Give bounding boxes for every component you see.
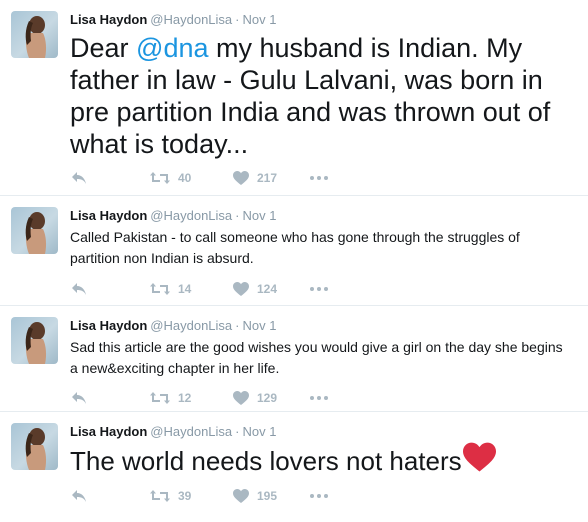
retweet-count: 39 [178, 489, 192, 503]
author-handle[interactable]: @HaydonLisa [150, 318, 232, 333]
tweet-header: Lisa Haydon @HaydonLisa · Nov 1 [70, 12, 276, 28]
like-button[interactable]: 124 [233, 279, 277, 299]
retweet-icon [150, 490, 170, 502]
tweet-text-start: Dear [70, 33, 137, 63]
author-name[interactable]: Lisa Haydon [70, 208, 147, 223]
retweet-count: 40 [178, 171, 192, 185]
retweet-button[interactable]: 14 [150, 279, 191, 299]
more-button[interactable] [310, 486, 328, 506]
mention-link[interactable]: @dna [136, 33, 208, 63]
tweet-timestamp[interactable]: Nov 1 [243, 424, 277, 439]
tweet-header: Lisa Haydon @HaydonLisa · Nov 1 [70, 208, 276, 224]
tweet[interactable]: Lisa Haydon @HaydonLisa · Nov 1 The world n… [0, 412, 588, 522]
red-heart-emoji [462, 442, 496, 479]
heart-icon [233, 171, 249, 185]
retweet-icon [150, 392, 170, 404]
tweet[interactable]: Lisa Haydon @HaydonLisa · Nov 1 Dear @dna m… [0, 0, 588, 196]
like-button[interactable]: 217 [233, 168, 277, 188]
reply-button[interactable] [71, 279, 87, 299]
more-button[interactable] [310, 388, 328, 408]
author-name[interactable]: Lisa Haydon [70, 12, 147, 27]
heart-icon [233, 282, 249, 296]
reply-icon [72, 172, 86, 184]
author-name[interactable]: Lisa Haydon [70, 424, 147, 439]
retweet-icon [150, 172, 170, 184]
author-name[interactable]: Lisa Haydon [70, 318, 147, 333]
like-count: 217 [257, 171, 278, 185]
tweet[interactable]: Lisa Haydon @HaydonLisa · Nov 1 Called Paki… [0, 196, 588, 306]
retweet-count: 12 [178, 391, 192, 405]
reply-icon [72, 490, 86, 502]
reply-icon [72, 392, 86, 404]
author-handle[interactable]: @HaydonLisa [150, 424, 232, 439]
avatar[interactable] [11, 317, 58, 364]
like-count: 124 [257, 282, 278, 296]
tweet-timestamp[interactable]: Nov 1 [243, 318, 277, 333]
more-icon [310, 287, 328, 291]
tweet-timestamp[interactable]: Nov 1 [243, 208, 277, 223]
avatar[interactable] [11, 207, 58, 254]
separator: · [235, 318, 240, 333]
tweet-text-body: The world needs lovers not haters [70, 446, 462, 476]
reply-button[interactable] [71, 168, 87, 188]
separator: · [235, 424, 240, 439]
heart-icon [233, 391, 249, 405]
tweet-header: Lisa Haydon @HaydonLisa · Nov 1 [70, 318, 276, 334]
retweet-button[interactable]: 39 [150, 486, 191, 506]
reply-button[interactable] [71, 388, 87, 408]
retweet-button[interactable]: 40 [150, 168, 191, 188]
retweet-button[interactable]: 12 [150, 388, 191, 408]
tweet-text: Called Pakistan - to call someone who ha… [70, 229, 520, 266]
separator: · [235, 208, 240, 223]
more-icon [310, 494, 328, 498]
more-icon [310, 396, 328, 400]
more-button[interactable] [310, 168, 328, 188]
more-button[interactable] [310, 279, 328, 299]
retweet-icon [150, 283, 170, 295]
tweet-text: The world needs lovers not haters [70, 442, 570, 479]
heart-icon [233, 489, 249, 503]
tweet-text: Sad this article are the good wishes you… [70, 339, 563, 376]
tweet-header: Lisa Haydon @HaydonLisa · Nov 1 [70, 424, 276, 440]
like-button[interactable]: 129 [233, 388, 277, 408]
separator: · [235, 12, 240, 27]
author-handle[interactable]: @HaydonLisa [150, 12, 232, 27]
like-button[interactable]: 195 [233, 486, 277, 506]
more-icon [310, 176, 328, 180]
tweet[interactable]: Lisa Haydon @HaydonLisa · Nov 1 Sad this ar… [0, 306, 588, 412]
tweet-text: Dear @dna my husband is Indian. My fathe… [70, 32, 570, 160]
avatar[interactable] [11, 423, 58, 470]
tweet-timestamp[interactable]: Nov 1 [243, 12, 277, 27]
avatar[interactable] [11, 11, 58, 58]
author-handle[interactable]: @HaydonLisa [150, 208, 232, 223]
like-count: 129 [257, 391, 278, 405]
like-count: 195 [257, 489, 278, 503]
reply-icon [72, 283, 86, 295]
reply-button[interactable] [71, 486, 87, 506]
retweet-count: 14 [178, 282, 192, 296]
